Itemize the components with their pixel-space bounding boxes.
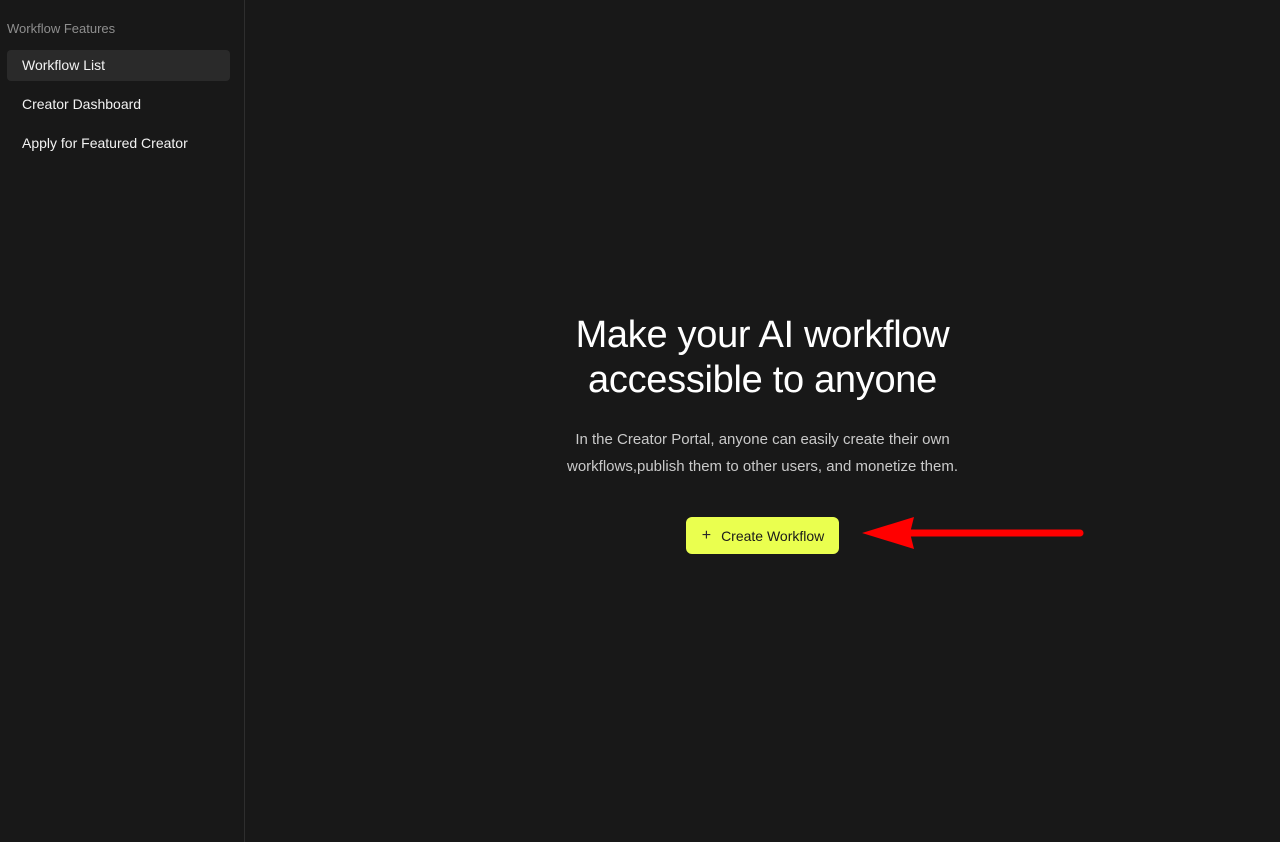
sidebar-nav: Workflow List Creator Dashboard Apply fo… [0,50,244,159]
sidebar-heading: Workflow Features [7,21,116,36]
main-content: Make your AI workflow accessible to anyo… [245,0,1280,842]
red-arrow-icon [862,517,1084,549]
create-workflow-label: Create Workflow [721,527,825,544]
sidebar: Workflow Features Workflow List Creator … [0,0,245,842]
app-window: Workflow Features Workflow List Creator … [0,0,1280,842]
hero-section: Make your AI workflow accessible to anyo… [245,313,1280,554]
sidebar-item-creator-dashboard[interactable]: Creator Dashboard [7,89,230,120]
hero-title: Make your AI workflow accessible to anyo… [575,314,950,401]
create-workflow-button[interactable]: + Create Workflow [685,517,840,554]
sidebar-item-apply-featured-creator[interactable]: Apply for Featured Creator [7,128,230,159]
hero-description: In the Creator Portal, anyone can easily… [566,431,959,475]
plus-icon: + [701,526,712,544]
sidebar-item-workflow-list[interactable]: Workflow List [7,50,230,81]
